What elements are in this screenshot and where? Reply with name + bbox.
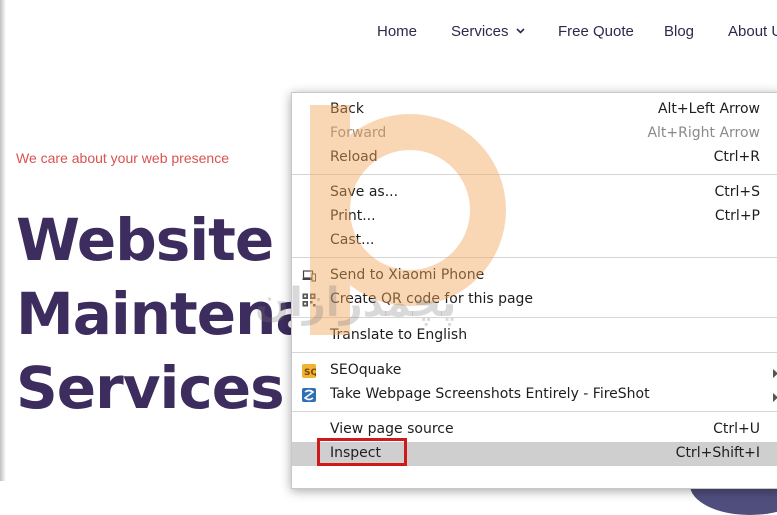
submenu-arrow-icon [773, 366, 777, 382]
hero-tagline: We care about your web presence [16, 150, 229, 166]
nav-free-quote[interactable]: Free Quote [558, 23, 634, 40]
menu-item-save-as[interactable]: Save as... Ctrl+S [292, 181, 777, 205]
top-navigation: Home Services Free Quote Blog About U [0, 0, 777, 64]
seoquake-icon: SQ [302, 364, 318, 378]
menu-item-print[interactable]: Print... Ctrl+P [292, 205, 777, 229]
nav-services-label: Services [451, 23, 509, 40]
menu-separator [292, 257, 777, 258]
svg-text:SQ: SQ [304, 368, 316, 378]
menu-item-seoquake[interactable]: SQ SEOquake [292, 359, 777, 383]
menu-item-shortcut: Ctrl+P [714, 208, 760, 224]
chevron-down-icon [515, 28, 525, 34]
menu-item-shortcut: Ctrl+Shift+I [675, 445, 760, 461]
nav-blog[interactable]: Blog [664, 23, 694, 40]
menu-item-shortcut: Ctrl+U [713, 421, 760, 437]
menu-item-back[interactable]: Back Alt+Left Arrow [292, 98, 777, 122]
fireshot-icon [302, 388, 316, 402]
device-send-icon [302, 269, 316, 283]
menu-item-shortcut: Alt+Left Arrow [657, 101, 760, 117]
menu-item-reload[interactable]: Reload Ctrl+R [292, 146, 777, 170]
menu-item-label: Save as... [330, 184, 399, 200]
menu-item-label: Forward [330, 125, 387, 141]
nav-home-label: Home [377, 23, 418, 40]
menu-item-shortcut: Ctrl+S [714, 184, 760, 200]
menu-item-label: SEOquake [330, 362, 402, 378]
menu-item-label: Send to Xiaomi Phone [330, 267, 485, 283]
menu-item-cast[interactable]: Cast... [292, 229, 777, 253]
nav-about[interactable]: About U [728, 23, 777, 40]
menu-item-label: Reload [330, 149, 378, 165]
menu-separator [292, 411, 777, 412]
nav-free-quote-label: Free Quote [558, 23, 634, 40]
menu-item-label: Translate to English [330, 327, 468, 343]
nav-about-label: About U [728, 23, 777, 40]
menu-item-label: Cast... [330, 232, 375, 248]
menu-separator [292, 174, 777, 175]
submenu-arrow-icon [773, 390, 777, 406]
screenshot-edge-shadow [0, 0, 6, 481]
inspect-highlight-box [317, 438, 407, 466]
menu-item-translate[interactable]: Translate to English [292, 324, 777, 348]
nav-home[interactable]: Home [377, 23, 417, 40]
menu-item-label: Create QR code for this page [330, 291, 534, 307]
menu-item-label: Print... [330, 208, 376, 224]
menu-item-label: Take Webpage Screenshots Entirely - Fire… [330, 386, 650, 402]
menu-item-label: Back [330, 101, 364, 117]
translate-icon [302, 329, 316, 343]
menu-item-create-qr[interactable]: Create QR code for this page [292, 288, 777, 312]
qr-code-icon [302, 293, 316, 307]
menu-item-shortcut: Ctrl+R [713, 149, 760, 165]
menu-item-fireshot[interactable]: Take Webpage Screenshots Entirely - Fire… [292, 383, 777, 407]
context-menu: Back Alt+Left Arrow Forward Alt+Right Ar… [291, 92, 777, 489]
nav-blog-label: Blog [664, 23, 695, 40]
nav-services[interactable]: Services [451, 23, 525, 40]
menu-item-forward[interactable]: Forward Alt+Right Arrow [292, 122, 777, 146]
menu-item-shortcut: Alt+Right Arrow [647, 125, 760, 141]
menu-item-send-to-xiaomi[interactable]: Send to Xiaomi Phone [292, 264, 777, 288]
menu-item-label: View page source [330, 421, 454, 437]
menu-separator [292, 352, 777, 353]
menu-separator [292, 317, 777, 318]
